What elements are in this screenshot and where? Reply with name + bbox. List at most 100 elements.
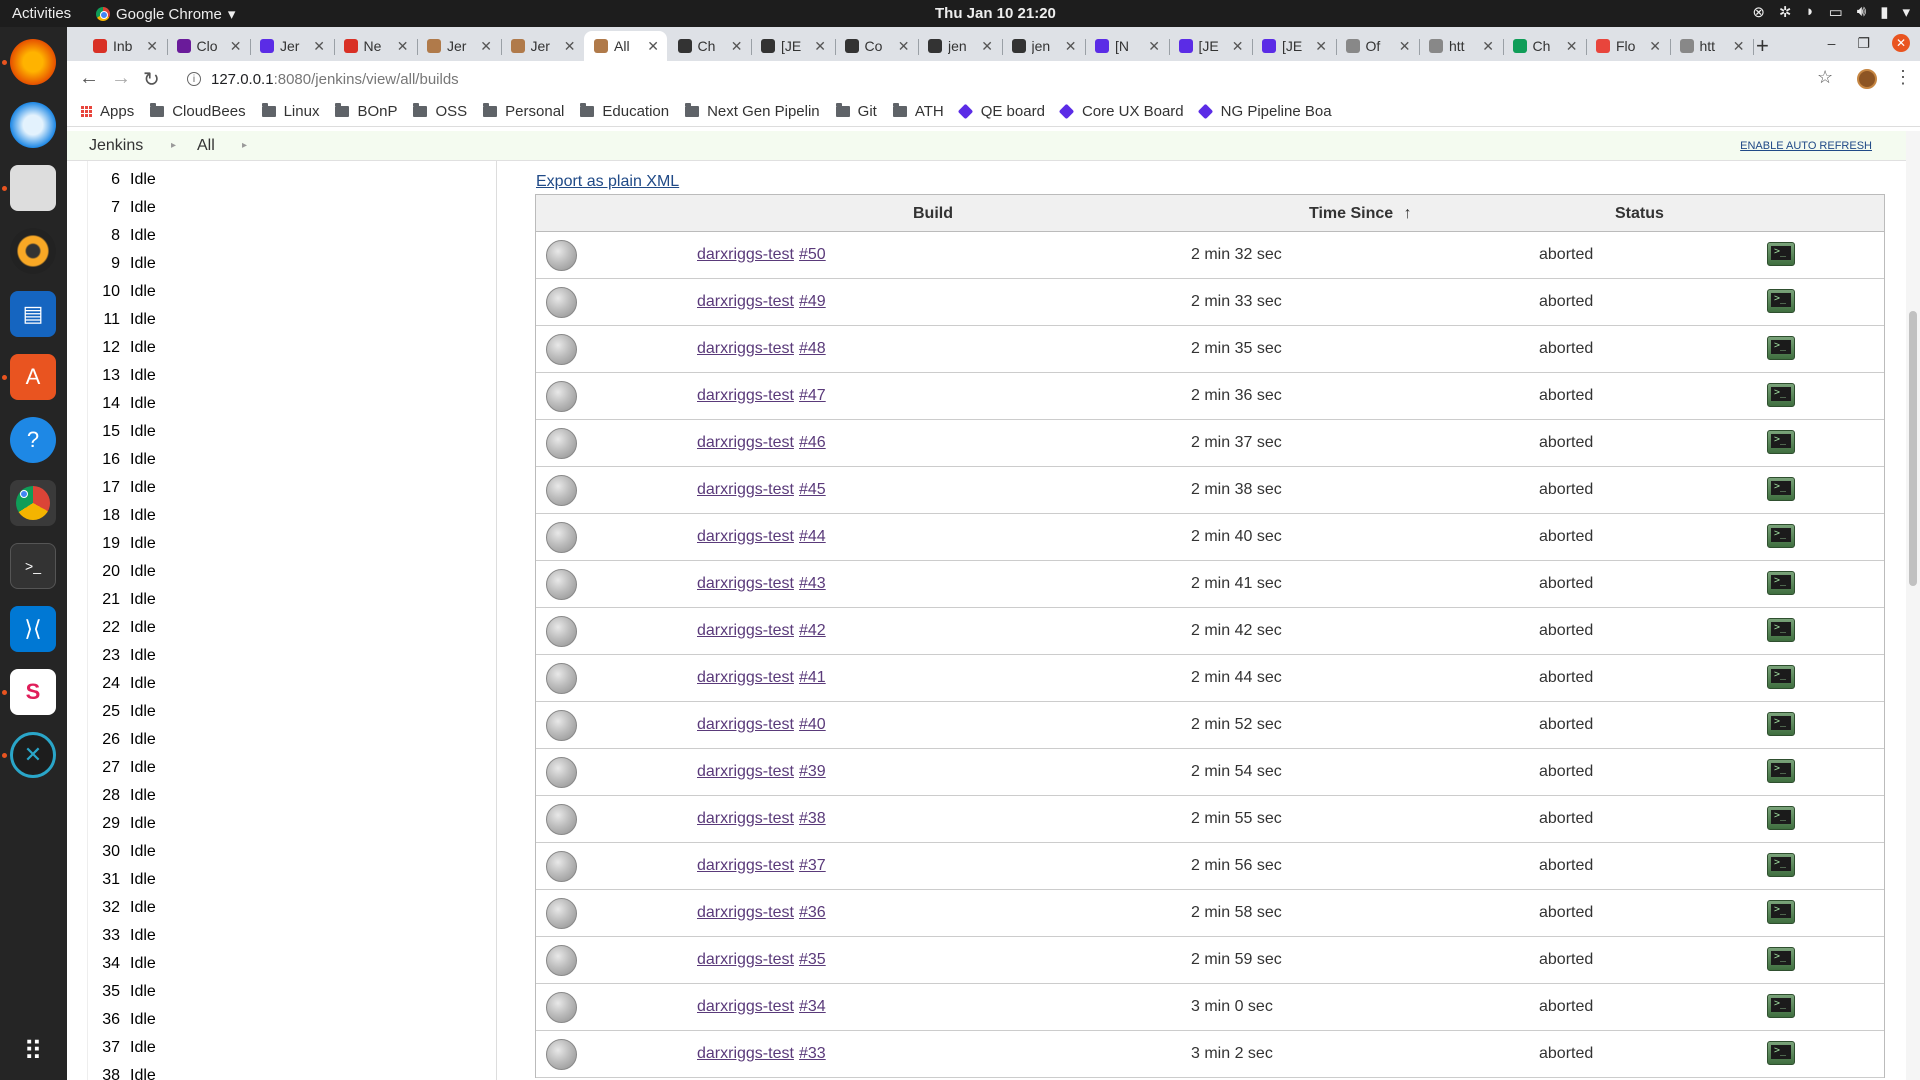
bookmark-item[interactable]: Next Gen Pipelin bbox=[685, 103, 820, 120]
build-number-link[interactable]: #44 bbox=[799, 528, 826, 546]
console-output-icon[interactable] bbox=[1767, 947, 1795, 971]
job-link[interactable]: darxriggs-test bbox=[697, 810, 794, 828]
rhythmbox-icon[interactable] bbox=[10, 228, 56, 274]
console-output-icon[interactable] bbox=[1767, 712, 1795, 736]
job-link[interactable]: darxriggs-test bbox=[697, 575, 794, 593]
close-tab-icon[interactable]: ✕ bbox=[898, 38, 910, 55]
browser-tab[interactable]: Jer ✕ bbox=[250, 31, 333, 61]
build-status-ball-icon[interactable] bbox=[546, 663, 577, 694]
build-status-ball-icon[interactable] bbox=[546, 240, 577, 271]
job-link[interactable]: darxriggs-test bbox=[697, 387, 794, 405]
job-link[interactable]: darxriggs-test bbox=[697, 904, 794, 922]
job-link[interactable]: darxriggs-test bbox=[697, 857, 794, 875]
clock[interactable]: Thu Jan 10 21:20 bbox=[935, 5, 1056, 22]
close-tab-icon[interactable]: ✕ bbox=[480, 38, 492, 55]
console-output-icon[interactable] bbox=[1767, 571, 1795, 595]
bookmark-item[interactable]: Education bbox=[580, 103, 669, 120]
build-status-ball-icon[interactable] bbox=[546, 522, 577, 553]
console-output-icon[interactable] bbox=[1767, 430, 1795, 454]
build-status-ball-icon[interactable] bbox=[546, 851, 577, 882]
browser-tab[interactable]: Ne ✕ bbox=[334, 31, 417, 61]
build-status-ball-icon[interactable] bbox=[546, 475, 577, 506]
job-link[interactable]: darxriggs-test bbox=[697, 1045, 794, 1063]
scrollbar-thumb[interactable] bbox=[1909, 311, 1917, 586]
browser-tab[interactable]: Ch ✕ bbox=[1503, 31, 1586, 61]
enable-auto-refresh-link[interactable]: ENABLE AUTO REFRESH bbox=[1740, 140, 1872, 152]
close-tab-icon[interactable]: ✕ bbox=[564, 38, 576, 55]
job-link[interactable]: darxriggs-test bbox=[697, 528, 794, 546]
build-number-link[interactable]: #43 bbox=[799, 575, 826, 593]
browser-tab[interactable]: htt ✕ bbox=[1419, 31, 1502, 61]
browser-tab[interactable]: [N ✕ bbox=[1085, 31, 1168, 61]
build-status-ball-icon[interactable] bbox=[546, 616, 577, 647]
build-number-link[interactable]: #39 bbox=[799, 763, 826, 781]
close-tab-icon[interactable]: ✕ bbox=[1148, 38, 1160, 55]
browser-tab[interactable]: Flo ✕ bbox=[1586, 31, 1669, 61]
close-tab-icon[interactable]: ✕ bbox=[230, 38, 242, 55]
bookmark-item[interactable]: Git bbox=[835, 103, 877, 120]
close-window-button[interactable]: ✕ bbox=[1892, 34, 1910, 52]
bookmark-item[interactable]: Personal bbox=[483, 103, 564, 120]
job-link[interactable]: darxriggs-test bbox=[697, 716, 794, 734]
reload-button[interactable]: ↻ bbox=[143, 67, 160, 92]
build-number-link[interactable]: #48 bbox=[799, 340, 826, 358]
slack-icon[interactable]: S bbox=[10, 669, 56, 715]
build-status-ball-icon[interactable] bbox=[546, 428, 577, 459]
app-menu[interactable]: Google Chrome ▾ bbox=[96, 5, 235, 23]
close-tab-icon[interactable]: ✕ bbox=[146, 38, 158, 55]
browser-tab[interactable]: Jer ✕ bbox=[417, 31, 500, 61]
bookmark-item[interactable]: CloudBees bbox=[150, 103, 246, 120]
firefox-icon[interactable] bbox=[10, 39, 56, 85]
job-link[interactable]: darxriggs-test bbox=[697, 293, 794, 311]
bookmark-star-icon[interactable]: ☆ bbox=[1817, 67, 1833, 88]
column-header-time-since[interactable]: Time Since ↑ bbox=[1309, 205, 1412, 223]
browser-tab[interactable]: jen ✕ bbox=[1002, 31, 1085, 61]
console-output-icon[interactable] bbox=[1767, 477, 1795, 501]
build-status-ball-icon[interactable] bbox=[546, 334, 577, 365]
profile-avatar[interactable] bbox=[1857, 69, 1877, 89]
build-number-link[interactable]: #34 bbox=[799, 998, 826, 1016]
browser-tab[interactable]: Jer ✕ bbox=[501, 31, 584, 61]
close-tab-icon[interactable]: ✕ bbox=[731, 38, 743, 55]
build-number-link[interactable]: #47 bbox=[799, 387, 826, 405]
bookmark-item[interactable]: Apps bbox=[81, 103, 134, 120]
console-output-icon[interactable] bbox=[1767, 900, 1795, 924]
minimize-button[interactable]: – bbox=[1828, 35, 1836, 51]
export-xml-link[interactable]: Export as plain XML bbox=[536, 173, 679, 191]
close-tab-icon[interactable]: ✕ bbox=[1065, 38, 1077, 55]
build-number-link[interactable]: #41 bbox=[799, 669, 826, 687]
console-output-icon[interactable] bbox=[1767, 336, 1795, 360]
console-output-icon[interactable] bbox=[1767, 383, 1795, 407]
thunderbird-icon[interactable] bbox=[10, 102, 56, 148]
browser-tab[interactable]: Ch ✕ bbox=[668, 31, 751, 61]
browser-tab[interactable]: Co ✕ bbox=[835, 31, 918, 61]
close-tab-icon[interactable]: ✕ bbox=[1566, 38, 1578, 55]
browser-tab[interactable]: All ✕ bbox=[584, 31, 667, 61]
breadcrumb-arrow-icon[interactable]: ▸ bbox=[242, 140, 247, 151]
build-number-link[interactable]: #42 bbox=[799, 622, 826, 640]
activities-button[interactable]: Activities bbox=[12, 5, 71, 22]
build-number-link[interactable]: #46 bbox=[799, 434, 826, 452]
job-link[interactable]: darxriggs-test bbox=[697, 998, 794, 1016]
help-icon[interactable]: ? bbox=[10, 417, 56, 463]
build-number-link[interactable]: #50 bbox=[799, 246, 826, 264]
close-tab-icon[interactable]: ✕ bbox=[1482, 38, 1494, 55]
console-output-icon[interactable] bbox=[1767, 665, 1795, 689]
console-output-icon[interactable] bbox=[1767, 994, 1795, 1018]
job-link[interactable]: darxriggs-test bbox=[697, 622, 794, 640]
job-link[interactable]: darxriggs-test bbox=[697, 434, 794, 452]
build-status-ball-icon[interactable] bbox=[546, 757, 577, 788]
job-link[interactable]: darxriggs-test bbox=[697, 246, 794, 264]
software-icon[interactable]: A bbox=[10, 354, 56, 400]
site-info-icon[interactable]: i bbox=[187, 72, 201, 86]
bookmark-item[interactable]: NG Pipeline Boa bbox=[1197, 103, 1332, 120]
page-scrollbar[interactable] bbox=[1906, 131, 1920, 1080]
build-status-ball-icon[interactable] bbox=[546, 569, 577, 600]
build-status-ball-icon[interactable] bbox=[546, 945, 577, 976]
browser-tab[interactable]: Clo ✕ bbox=[167, 31, 250, 61]
close-tab-icon[interactable]: ✕ bbox=[647, 38, 659, 55]
build-number-link[interactable]: #45 bbox=[799, 481, 826, 499]
column-header-build[interactable]: Build bbox=[913, 205, 953, 223]
build-number-link[interactable]: #38 bbox=[799, 810, 826, 828]
job-link[interactable]: darxriggs-test bbox=[697, 481, 794, 499]
